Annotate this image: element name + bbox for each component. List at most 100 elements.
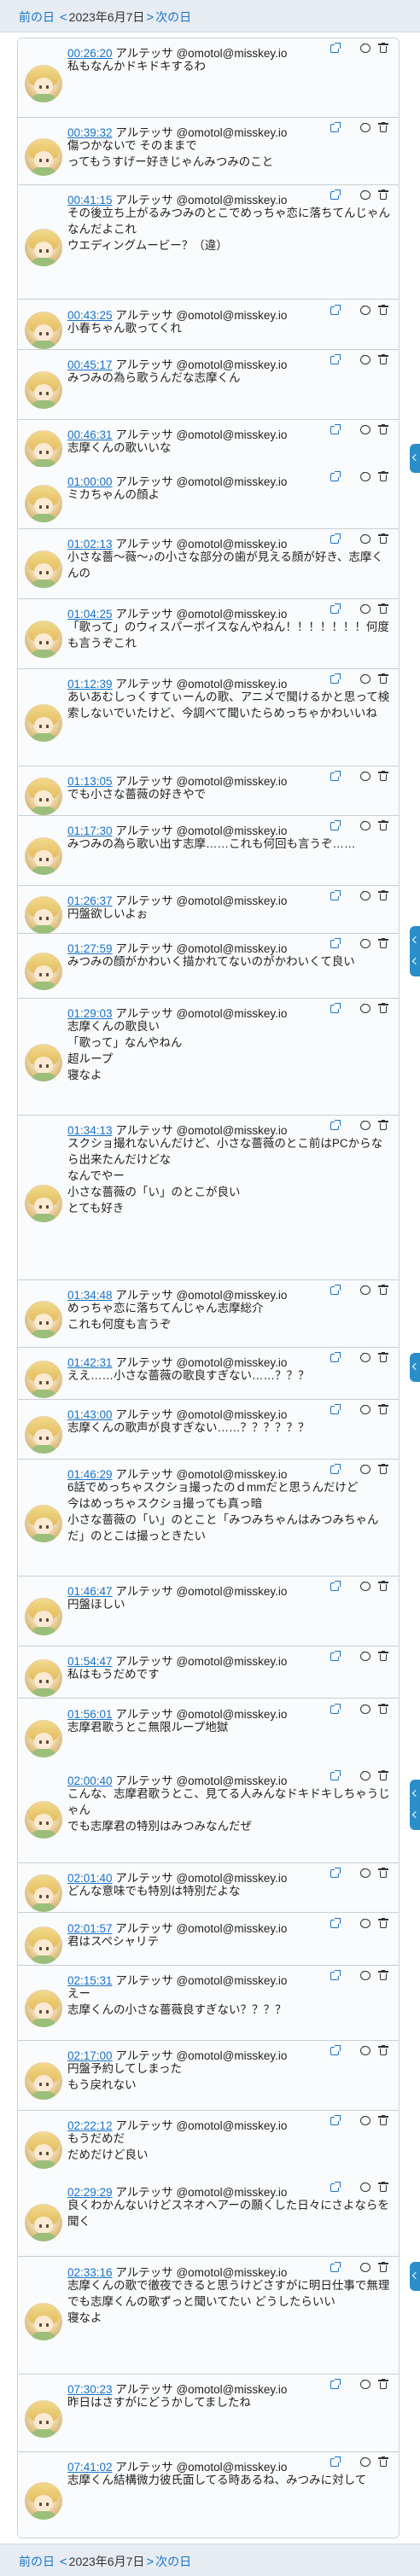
side-expand-tab[interactable] bbox=[410, 1801, 420, 1830]
quote-icon[interactable] bbox=[360, 1647, 370, 1661]
external-link-icon[interactable] bbox=[330, 2182, 341, 2192]
trash-icon[interactable] bbox=[378, 1970, 388, 1981]
trash-icon[interactable] bbox=[378, 424, 388, 435]
external-link-icon[interactable] bbox=[330, 1770, 341, 1780]
quote-icon[interactable] bbox=[360, 301, 370, 315]
quote-icon[interactable] bbox=[360, 186, 370, 200]
trash-icon[interactable] bbox=[378, 471, 388, 482]
external-link-icon[interactable] bbox=[330, 771, 341, 781]
external-link-icon[interactable] bbox=[330, 189, 341, 200]
trash-icon[interactable] bbox=[378, 1704, 388, 1715]
trash-icon[interactable] bbox=[378, 1581, 388, 1592]
user-avatar[interactable] bbox=[25, 2303, 62, 2340]
quote-icon[interactable] bbox=[360, 1967, 370, 1980]
prev-day-link[interactable]: 前の日 bbox=[19, 2555, 55, 2568]
trash-icon[interactable] bbox=[378, 1464, 388, 1475]
user-avatar[interactable] bbox=[25, 1874, 62, 1912]
quote-icon[interactable] bbox=[360, 468, 370, 481]
user-avatar[interactable] bbox=[25, 551, 62, 588]
trash-icon[interactable] bbox=[378, 1770, 388, 1781]
user-avatar[interactable] bbox=[25, 229, 62, 266]
trash-icon[interactable] bbox=[378, 890, 388, 901]
side-expand-tab[interactable] bbox=[410, 2262, 420, 2291]
next-day-link[interactable]: 次の日 bbox=[155, 10, 191, 24]
quote-icon[interactable] bbox=[360, 935, 370, 948]
trash-icon[interactable] bbox=[378, 305, 388, 316]
external-link-icon[interactable] bbox=[330, 2115, 341, 2125]
trash-icon[interactable] bbox=[378, 603, 388, 615]
quote-icon[interactable] bbox=[360, 1116, 370, 1130]
trash-icon[interactable] bbox=[378, 673, 388, 685]
quote-icon[interactable] bbox=[360, 1915, 370, 1928]
quote-icon[interactable] bbox=[360, 1460, 370, 1474]
external-link-icon[interactable] bbox=[330, 1120, 341, 1130]
user-avatar[interactable] bbox=[25, 2204, 62, 2241]
trash-icon[interactable] bbox=[378, 820, 388, 831]
trash-icon[interactable] bbox=[378, 2379, 388, 2390]
user-avatar[interactable] bbox=[25, 65, 62, 102]
user-avatar[interactable] bbox=[25, 1598, 62, 1635]
quote-icon[interactable] bbox=[360, 119, 370, 132]
external-link-icon[interactable] bbox=[330, 1003, 341, 1013]
user-avatar[interactable] bbox=[25, 1301, 62, 1338]
quote-icon[interactable] bbox=[360, 1349, 370, 1362]
external-link-icon[interactable] bbox=[330, 1704, 341, 1714]
quote-icon[interactable] bbox=[360, 2178, 370, 2192]
trash-icon[interactable] bbox=[378, 122, 388, 133]
user-avatar[interactable] bbox=[25, 138, 62, 176]
user-avatar[interactable] bbox=[25, 2062, 62, 2100]
external-link-icon[interactable] bbox=[330, 1918, 341, 1928]
trash-icon[interactable] bbox=[378, 1651, 388, 1662]
trash-icon[interactable] bbox=[378, 2457, 388, 2468]
user-avatar[interactable] bbox=[25, 485, 62, 522]
user-avatar[interactable] bbox=[25, 430, 62, 468]
quote-icon[interactable] bbox=[360, 1767, 370, 1780]
external-link-icon[interactable] bbox=[330, 2457, 341, 2467]
side-expand-tab[interactable] bbox=[410, 1353, 420, 1382]
trash-icon[interactable] bbox=[378, 43, 388, 54]
user-avatar[interactable] bbox=[25, 1659, 62, 1697]
trash-icon[interactable] bbox=[378, 2262, 388, 2273]
quote-icon[interactable] bbox=[360, 2112, 370, 2125]
user-avatar[interactable] bbox=[25, 1044, 62, 1081]
external-link-icon[interactable] bbox=[330, 1285, 341, 1295]
user-avatar[interactable] bbox=[25, 312, 62, 349]
external-link-icon[interactable] bbox=[330, 2262, 341, 2272]
quote-icon[interactable] bbox=[360, 2375, 370, 2389]
user-avatar[interactable] bbox=[25, 1926, 62, 1964]
external-link-icon[interactable] bbox=[330, 673, 341, 684]
trash-icon[interactable] bbox=[378, 533, 388, 545]
user-avatar[interactable] bbox=[25, 953, 62, 990]
quote-icon[interactable] bbox=[360, 600, 370, 614]
trash-icon[interactable] bbox=[378, 2182, 388, 2193]
user-avatar[interactable] bbox=[25, 1361, 62, 1398]
user-avatar[interactable] bbox=[25, 896, 62, 934]
external-link-icon[interactable] bbox=[330, 122, 341, 132]
external-link-icon[interactable] bbox=[330, 1581, 341, 1591]
external-link-icon[interactable] bbox=[330, 1868, 341, 1878]
trash-icon[interactable] bbox=[378, 2115, 388, 2126]
side-expand-tab[interactable] bbox=[410, 947, 420, 976]
quote-icon[interactable] bbox=[360, 39, 370, 53]
quote-icon[interactable] bbox=[360, 887, 370, 900]
user-avatar[interactable] bbox=[25, 2482, 62, 2520]
quote-icon[interactable] bbox=[360, 2258, 370, 2272]
trash-icon[interactable] bbox=[378, 1352, 388, 1363]
user-avatar[interactable] bbox=[25, 2131, 62, 2169]
trash-icon[interactable] bbox=[378, 1003, 388, 1014]
user-avatar[interactable] bbox=[25, 837, 62, 875]
quote-icon[interactable] bbox=[360, 421, 370, 434]
quote-icon[interactable] bbox=[360, 670, 370, 684]
quote-icon[interactable] bbox=[360, 530, 370, 544]
external-link-icon[interactable] bbox=[330, 1970, 341, 1980]
user-avatar[interactable] bbox=[25, 371, 62, 409]
external-link-icon[interactable] bbox=[330, 354, 341, 364]
trash-icon[interactable] bbox=[378, 1868, 388, 1879]
user-avatar[interactable] bbox=[25, 2400, 62, 2438]
quote-icon[interactable] bbox=[360, 1000, 370, 1013]
trash-icon[interactable] bbox=[378, 189, 388, 201]
user-avatar[interactable] bbox=[25, 1801, 62, 1839]
external-link-icon[interactable] bbox=[330, 305, 341, 315]
external-link-icon[interactable] bbox=[330, 43, 341, 53]
trash-icon[interactable] bbox=[378, 938, 388, 949]
